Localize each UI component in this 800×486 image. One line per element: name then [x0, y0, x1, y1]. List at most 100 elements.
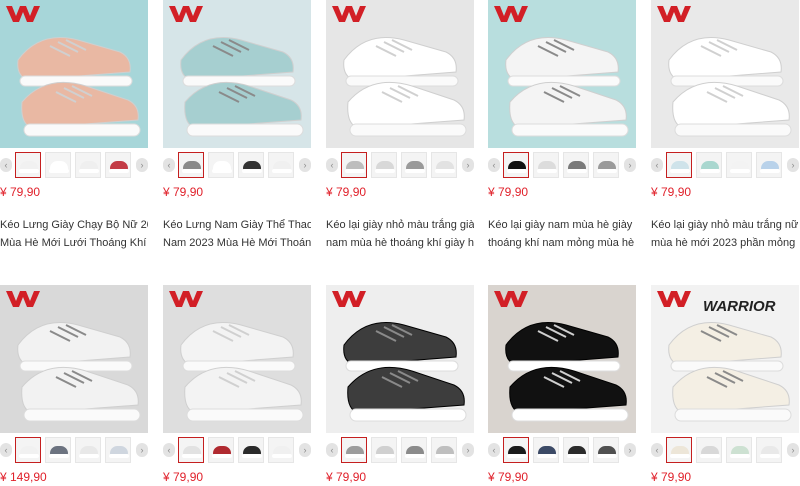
product-image[interactable]: [0, 285, 148, 433]
chevron-right-icon[interactable]: ›: [787, 158, 799, 172]
variant-thumbnail[interactable]: [15, 152, 41, 178]
sole-shape: [760, 169, 780, 173]
variant-thumbnail[interactable]: [178, 437, 204, 463]
variant-thumbnail[interactable]: [401, 437, 427, 463]
chevron-left-icon[interactable]: ‹: [651, 158, 663, 172]
chevron-right-icon[interactable]: ›: [624, 443, 636, 457]
variant-thumbnail[interactable]: [371, 437, 397, 463]
sole-shape: [79, 169, 99, 173]
sole-shape: [730, 169, 750, 173]
sole-shape: [49, 169, 69, 173]
variant-thumbnail[interactable]: [756, 437, 782, 463]
chevron-left-icon[interactable]: ‹: [651, 443, 663, 457]
chevron-right-icon[interactable]: ›: [624, 158, 636, 172]
product-title[interactable]: Kéo Lưng Giày Chạy Bộ Nữ 2023 Mùa Hè Mới …: [0, 216, 148, 252]
variant-thumbnail[interactable]: [726, 437, 752, 463]
product-title-line-2: nam mùa hè thoáng khí giày hợp: [326, 237, 474, 249]
variant-thumbnail[interactable]: [503, 152, 529, 178]
color-variant-strip: ‹ ›: [651, 152, 799, 180]
sole-shape: [567, 454, 587, 458]
chevron-right-icon[interactable]: ›: [136, 443, 148, 457]
product-image[interactable]: [0, 0, 148, 148]
chevron-right-icon[interactable]: ›: [299, 443, 311, 457]
chevron-left-icon[interactable]: ‹: [0, 158, 12, 172]
product-price: ¥ 79,90: [163, 470, 204, 484]
chevron-left-icon[interactable]: ‹: [0, 443, 12, 457]
product-image[interactable]: [488, 285, 636, 433]
variant-thumbnail[interactable]: [593, 152, 619, 178]
product-title[interactable]: Kéo lại giày nhỏ màu trắng giày nam mùa h…: [326, 216, 474, 252]
variant-thumbnail[interactable]: [268, 152, 294, 178]
brand-badge-text: WARRIOR: [703, 298, 776, 315]
sole-shape: [242, 169, 262, 173]
variant-thumbnail[interactable]: [341, 152, 367, 178]
product-image[interactable]: [488, 0, 636, 148]
chevron-left-icon[interactable]: ‹: [326, 158, 338, 172]
variant-thumbnail[interactable]: [503, 437, 529, 463]
variant-thumbnail[interactable]: [15, 437, 41, 463]
variant-thumbnail[interactable]: [563, 437, 589, 463]
variant-thumbnail[interactable]: [696, 152, 722, 178]
product-title-line-1: Kéo lại giày nam mùa hè giày: [488, 219, 633, 231]
chevron-left-icon[interactable]: ‹: [163, 158, 175, 172]
product-image[interactable]: [163, 0, 311, 148]
sole-shape: [182, 169, 202, 173]
variant-thumbnail[interactable]: [75, 437, 101, 463]
product-image[interactable]: [326, 0, 474, 148]
sole-shape: [49, 454, 69, 458]
sole-shape: [507, 169, 527, 173]
chevron-left-icon[interactable]: ‹: [488, 158, 500, 172]
variant-thumbnail[interactable]: [105, 152, 131, 178]
variant-thumbnail[interactable]: [208, 152, 234, 178]
variant-thumbnail[interactable]: [401, 152, 427, 178]
variant-thumbnail[interactable]: [533, 152, 559, 178]
variant-thumbnail[interactable]: [45, 437, 71, 463]
variant-thumbnail[interactable]: [593, 437, 619, 463]
chevron-left-icon[interactable]: ‹: [326, 443, 338, 457]
sole-shape: [435, 169, 455, 173]
product-image[interactable]: [651, 0, 799, 148]
variant-thumbnail[interactable]: [431, 152, 457, 178]
chevron-right-icon[interactable]: ›: [787, 443, 799, 457]
product-image[interactable]: [163, 285, 311, 433]
chevron-left-icon[interactable]: ‹: [163, 443, 175, 457]
variant-thumbnail[interactable]: [431, 437, 457, 463]
chevron-right-icon[interactable]: ›: [299, 158, 311, 172]
sole-shape: [537, 454, 557, 458]
chevron-right-icon[interactable]: ›: [462, 443, 474, 457]
variant-thumbnail[interactable]: [238, 437, 264, 463]
variant-thumbnail[interactable]: [178, 152, 204, 178]
product-price: ¥ 79,90: [488, 185, 529, 199]
product-title[interactable]: Kéo lại giày nhỏ màu trắng nữ mùa hè mới …: [651, 216, 799, 252]
variant-thumbnail[interactable]: [238, 152, 264, 178]
sole-shape: [212, 454, 232, 458]
variant-thumbnail[interactable]: [105, 437, 131, 463]
sole-shape: [19, 454, 39, 458]
variant-thumbnail[interactable]: [756, 152, 782, 178]
variant-thumbnail[interactable]: [563, 152, 589, 178]
variant-thumbnail[interactable]: [726, 152, 752, 178]
variant-thumbnail[interactable]: [696, 437, 722, 463]
product-image[interactable]: WARRIOR: [651, 285, 799, 433]
variant-thumbnail[interactable]: [208, 437, 234, 463]
variant-thumbnail[interactable]: [268, 437, 294, 463]
variant-thumbnail[interactable]: [341, 437, 367, 463]
chevron-right-icon[interactable]: ›: [462, 158, 474, 172]
sole-shape: [507, 454, 527, 458]
variant-thumbnail[interactable]: [666, 437, 692, 463]
variant-thumbnail[interactable]: [371, 152, 397, 178]
color-variant-strip: ‹ ›: [0, 152, 148, 180]
color-variant-strip: ‹ ›: [163, 437, 311, 465]
chevron-right-icon[interactable]: ›: [136, 158, 148, 172]
variant-thumbnail[interactable]: [533, 437, 559, 463]
sole-shape: [597, 454, 617, 458]
variant-thumbnail[interactable]: [75, 152, 101, 178]
variant-thumbnail[interactable]: [666, 152, 692, 178]
chevron-left-icon[interactable]: ‹: [488, 443, 500, 457]
product-title[interactable]: Kéo Lưng Nam Giày Thể Thao Nam 2023 Mùa H…: [163, 216, 311, 252]
product-title-line-1: Kéo Lưng Giày Chạy Bộ Nữ 2023: [0, 219, 148, 231]
product-image[interactable]: [326, 285, 474, 433]
product-title[interactable]: Kéo lại giày nam mùa hè giày thoáng khí n…: [488, 216, 636, 252]
variant-thumbnail[interactable]: [45, 152, 71, 178]
sole-shape: [345, 454, 365, 458]
